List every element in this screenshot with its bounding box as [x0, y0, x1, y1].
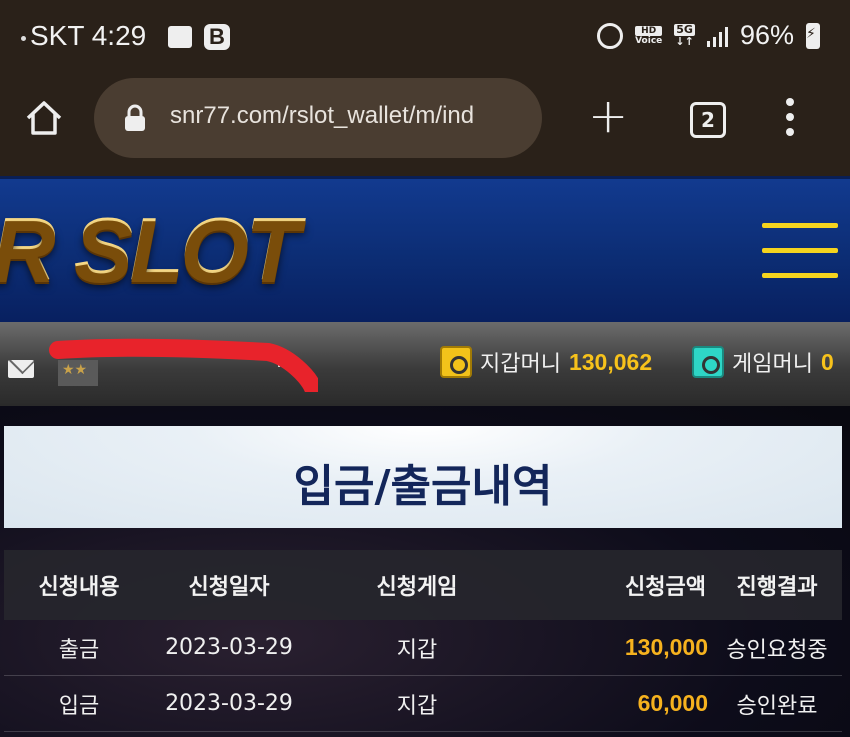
game-label: 게임머니 — [732, 352, 813, 377]
app-b-notification-icon: B — [204, 24, 230, 50]
table-row: 출금 2023-03-29 지갑 130,000 승인요청중 — [4, 620, 842, 676]
cell-type: 출금 — [58, 637, 100, 663]
redaction-scribble — [49, 338, 318, 392]
signal-icon — [706, 25, 728, 47]
cell-amount: 130,000 — [624, 634, 708, 660]
game-value: 0 — [820, 348, 834, 375]
cell-result: 승인요청중 — [726, 637, 828, 663]
wallet-value: 130,062 — [568, 348, 653, 375]
battery-percent: 96% — [739, 20, 794, 50]
hamburger-menu-icon[interactable] — [762, 223, 838, 298]
wallet-label: 지갑머니 — [480, 352, 561, 377]
header-request-type: 신청내용 — [38, 575, 120, 600]
wallet-money[interactable]: 지갑머니 130,062 — [440, 346, 652, 378]
site-logo[interactable]: R SLOT — [0, 199, 300, 301]
lock-icon — [125, 104, 145, 131]
cell-date: 2023-03-29 — [165, 691, 293, 716]
table-row: 입금 2023-03-29 지갑 60,000 승인완료 — [4, 676, 842, 732]
hd-voice-icon: HD Voice — [635, 25, 663, 46]
page-title-panel: 입금/출금내역 — [4, 426, 842, 528]
page-title: 입금/출금내역 — [293, 461, 553, 512]
cell-game: 지갑 — [396, 693, 438, 719]
address-bar[interactable]: snr77.com/rslot_wallet/m/ind — [94, 78, 542, 158]
mail-icon[interactable] — [8, 360, 34, 378]
header-request-date: 신청일자 — [188, 575, 270, 600]
cell-type: 입금 — [58, 693, 100, 719]
browser-toolbar: snr77.com/rslot_wallet/m/ind + 2 — [0, 78, 850, 176]
network-5g-icon: 5G ↓↑ — [674, 22, 695, 48]
wallet-safe-icon — [440, 346, 472, 378]
game-money[interactable]: 게임머니 0 — [692, 346, 834, 378]
cell-amount: 60,000 — [637, 690, 708, 716]
more-menu-icon[interactable] — [786, 98, 796, 143]
cell-game: 지갑 — [396, 637, 438, 663]
alarm-icon — [597, 22, 624, 49]
cell-date: 2023-03-29 — [165, 635, 293, 660]
site-header: R SLOT — [0, 176, 850, 322]
carrier-time: SKT 4:29 — [30, 20, 147, 51]
table-header: 신청내용 신청일자 신청게임 신청금액 진행결과 — [4, 550, 842, 620]
status-bar: SKT 4:29 B HD Voice 5G ↓↑ 96% — [0, 0, 850, 78]
home-icon[interactable] — [24, 98, 64, 138]
game-safe-icon — [692, 346, 724, 378]
notification-dot — [21, 36, 26, 41]
user-info-bar: l 지갑머니 130,062 게임머니 0 — [0, 322, 850, 406]
gallery-notification-icon — [168, 26, 192, 48]
battery-charging-icon — [806, 22, 820, 49]
url-text[interactable]: snr77.com/rslot_wallet/m/ind — [170, 102, 526, 130]
tab-switcher-button[interactable]: 2 — [690, 102, 726, 138]
header-result: 진행결과 — [736, 575, 818, 600]
header-request-game: 신청게임 — [376, 575, 458, 600]
cell-result: 승인완료 — [736, 693, 818, 719]
new-tab-plus-icon[interactable]: + — [588, 86, 628, 146]
history-table: 신청내용 신청일자 신청게임 신청금액 진행결과 출금 2023-03-29 지… — [4, 550, 842, 732]
header-request-amount: 신청금액 — [625, 575, 706, 600]
